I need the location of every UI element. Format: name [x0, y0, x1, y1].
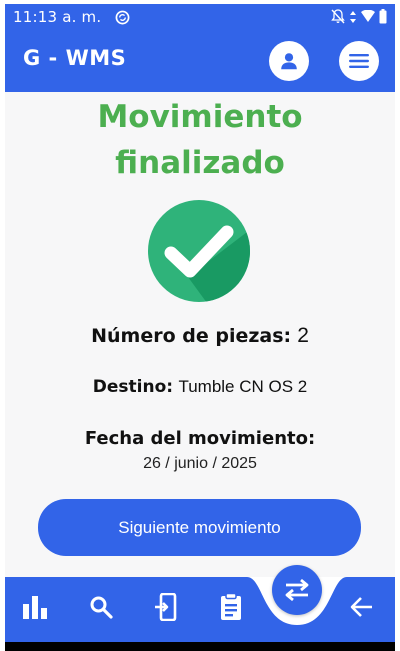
status-icons	[331, 9, 387, 24]
nav-search[interactable]	[85, 591, 117, 623]
swap-icon	[285, 579, 309, 601]
nav-tasks[interactable]	[215, 591, 247, 623]
profile-button[interactable]	[269, 41, 309, 81]
nav-back[interactable]	[345, 591, 377, 623]
main-content: Movimiento finalizado Número de piezas: …	[5, 92, 395, 577]
date-value: 26 / junio / 2025	[143, 455, 257, 472]
pieces-row: Número de piezas: 2	[5, 324, 395, 348]
search-icon	[90, 596, 113, 619]
system-nav-bar	[5, 642, 395, 651]
app-bar: G - WMS	[5, 30, 395, 92]
data-arrows-icon	[350, 10, 356, 23]
page-title-line-2: finalizado	[115, 145, 285, 181]
account-icon	[281, 53, 297, 70]
clipboard-icon	[221, 593, 241, 620]
screen: 11:13 a. m. G - WMS Movimiento finalizad…	[0, 0, 400, 651]
date-label: Fecha del movimiento:	[84, 428, 316, 449]
success-check-icon	[148, 200, 250, 302]
status-bar: 11:13 a. m.	[5, 4, 395, 30]
page-title: Movimiento finalizado	[5, 94, 395, 186]
destination-value: Tumble CN OS 2	[178, 377, 308, 396]
bottom-nav	[5, 565, 395, 642]
nav-transfer[interactable]	[150, 591, 182, 623]
destination-label: Destino:	[92, 377, 174, 397]
next-movement-button[interactable]: Siguiente movimiento	[38, 499, 361, 556]
sync-icon	[115, 10, 130, 25]
nav-movements[interactable]	[272, 565, 322, 615]
mobile-transfer-icon	[155, 593, 177, 621]
back-arrow-icon	[350, 597, 372, 617]
page-title-line-1: Movimiento	[97, 99, 303, 135]
status-time: 11:13 a. m.	[13, 8, 102, 26]
wifi-icon	[361, 10, 375, 22]
pieces-label: Número de piezas:	[91, 325, 292, 347]
battery-icon	[379, 9, 387, 24]
pieces-value: 2	[297, 324, 309, 347]
nav-reports[interactable]	[19, 591, 51, 623]
bottom-nav-background	[5, 577, 395, 642]
menu-icon	[349, 54, 369, 68]
notifications-off-icon	[331, 9, 345, 24]
app-title: G - WMS	[23, 46, 127, 70]
menu-button[interactable]	[339, 41, 379, 81]
bar-chart-icon	[23, 596, 47, 619]
destination-row: Destino: Tumble CN OS 2	[5, 377, 395, 397]
